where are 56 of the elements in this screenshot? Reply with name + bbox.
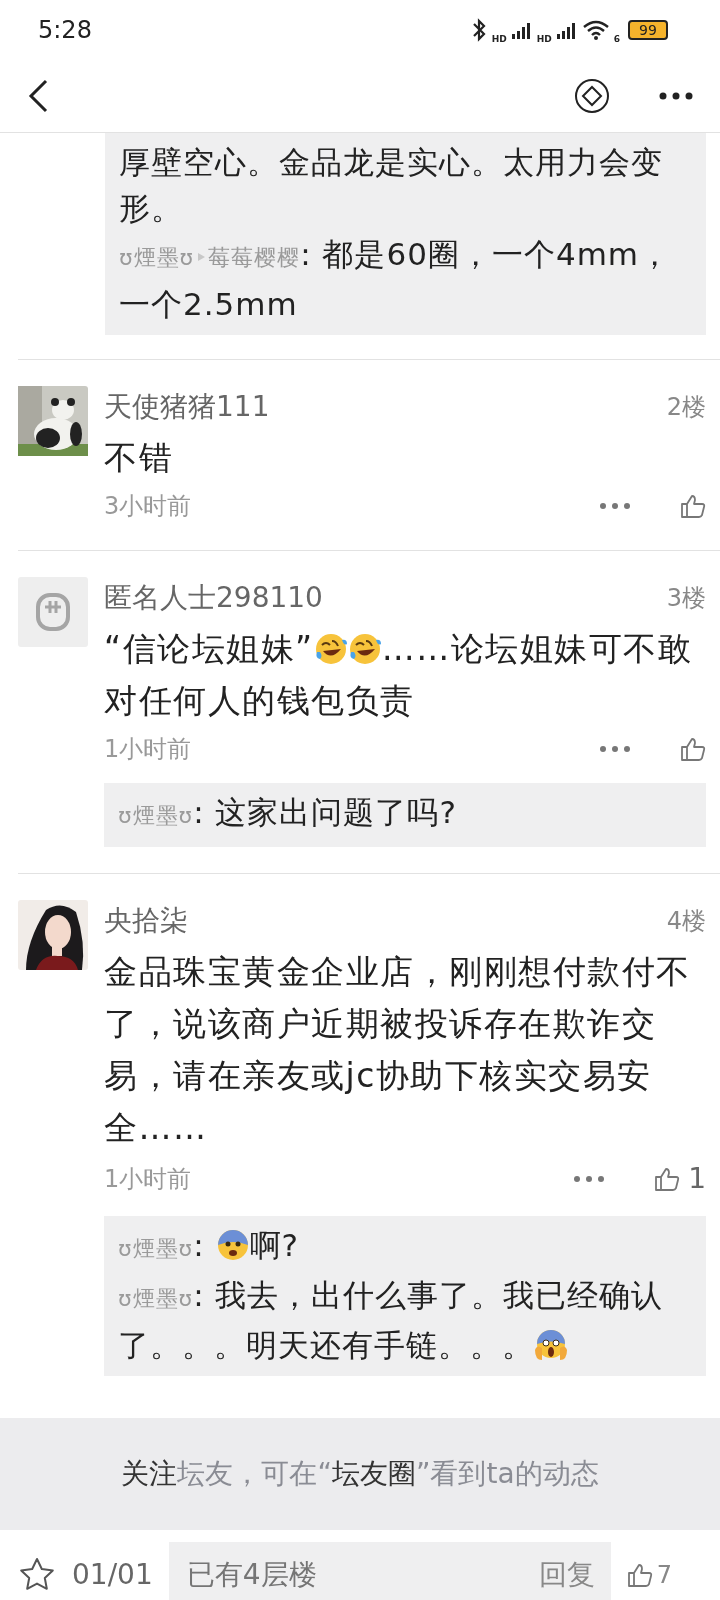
reply-field[interactable]: 已有4层楼 回复 [168,1542,611,1600]
comment-text: : [193,1227,206,1263]
network-label: HD [536,34,552,44]
wifi-label: 6 [613,34,620,44]
like-count: 1 [688,1161,706,1197]
coin-icon[interactable] [574,78,610,114]
comment-text: : 我去，出什么事了。我已经确认 [193,1277,664,1313]
clock: 5:28 [38,15,92,46]
user-name[interactable]: 莓莓樱樱 [208,245,301,270]
comment-text: ……论坛姐妹可不敢 [381,629,693,668]
thumbs-up-icon[interactable] [626,1562,653,1588]
like-count: 7 [656,1560,672,1591]
thumbs-up-icon[interactable] [680,736,706,762]
floor-number: 4楼 [666,906,706,937]
user-name[interactable]: ʊ煙墨ʊ [118,1286,194,1311]
comment-text: : 都是60圈，一个4mm， [300,236,672,272]
comment-text: 了。。。明天还有手链。。。 [118,1327,534,1363]
signal-icon [510,20,533,40]
comment-text: 形。 [119,190,183,226]
laughing-emoji-icon [347,632,382,666]
screaming-emoji-icon [534,1328,568,1362]
reply-button[interactable]: 回复 [538,1554,595,1596]
user-name[interactable]: 央拾柒 [104,900,188,942]
post-time: 1小时前 [104,1164,192,1195]
user-name[interactable]: ʊ煙墨ʊ [118,803,194,828]
signal-icon [555,20,578,40]
more-icon[interactable] [658,91,694,101]
laughing-emoji-icon [313,632,348,666]
user-name[interactable]: ʊ煙墨ʊ [119,245,195,270]
post-time: 3小时前 [104,491,192,522]
back-icon[interactable] [26,78,50,114]
comment-text: 啊? [249,1227,299,1263]
comment-text: 易，请在亲友或jc协助下核实交易安 [104,1056,652,1095]
comment-text: 全…… [104,1108,208,1147]
thumbs-up-icon[interactable] [680,493,706,519]
comment-text: 一个2.5mm [119,286,298,322]
comment-text: 不错 [104,438,173,477]
page-indicator: 01/01 [72,1557,153,1593]
comment-text: 厚壁空心。金品龙是实心。太用力会变 [119,144,663,180]
user-name[interactable]: ʊ煙墨ʊ [118,1236,194,1261]
user-name[interactable]: 天使猪猪111 [104,386,270,428]
network-label: HD [491,34,507,44]
floor-number: 2楼 [666,392,706,423]
wifi-icon [581,19,610,41]
thumbs-up-icon[interactable] [654,1166,681,1192]
comment-text: “信论坛姐妹” [104,629,314,668]
user-name[interactable]: 匿名人士298110 [104,577,323,619]
comment-text: : 这家出问题了吗? [193,794,457,830]
comment-text: 金品珠宝黄金企业店，刚刚想付款付不 [104,952,691,991]
battery-indicator: 99 [628,20,668,40]
fearful-emoji-icon [215,1228,250,1262]
follow-tip: 关注坛友，可在“坛友圈”看到ta的动态 [121,1456,599,1492]
comment-text: 对任何人的钱包负责 [104,681,415,720]
floor-number: 3楼 [666,583,706,614]
post-time: 1小时前 [104,734,192,765]
comment-text: 了，说该商户近期被投诉存在欺诈交 [104,1004,656,1043]
